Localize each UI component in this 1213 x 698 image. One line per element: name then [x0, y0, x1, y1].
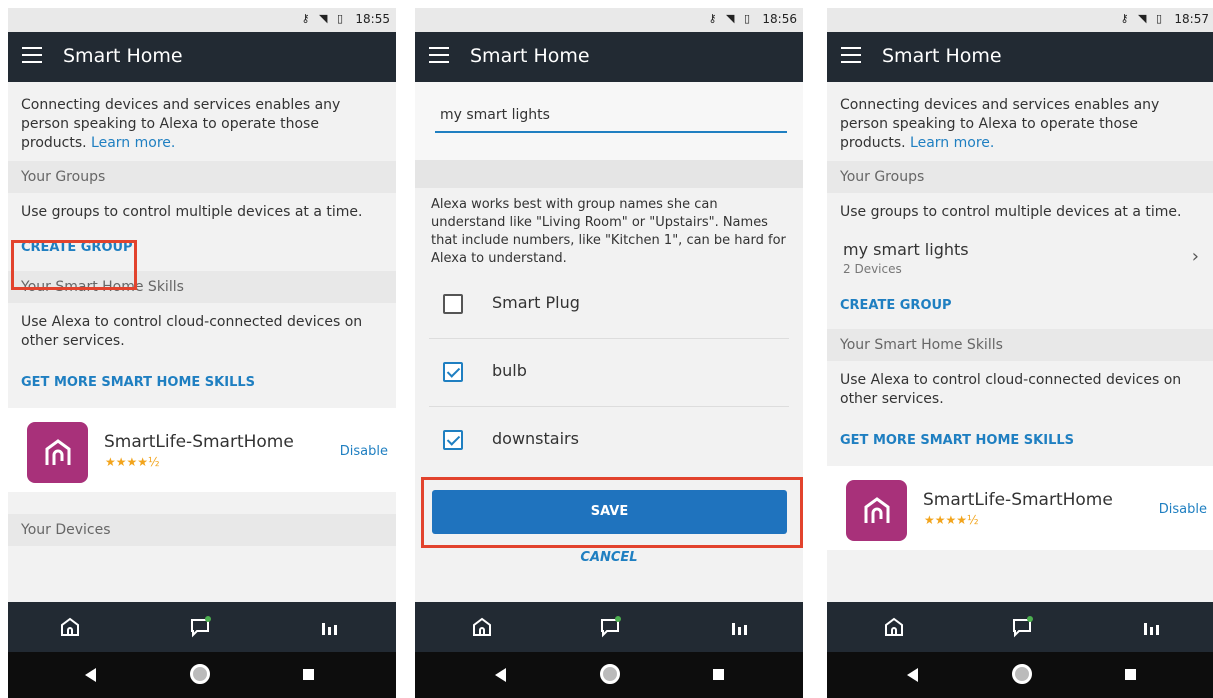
skills-header: Your Smart Home Skills [827, 329, 1213, 361]
devices-header: Your Devices [8, 514, 396, 546]
menu-icon[interactable] [841, 47, 861, 67]
groups-text: Use groups to control multiple devices a… [840, 204, 1182, 220]
group-name-value: my smart lights [440, 107, 550, 123]
skill-item[interactable]: SmartLife-SmartHome ★★★★½ Disable [8, 408, 396, 492]
circle-home-icon[interactable] [600, 664, 620, 684]
system-nav-bar [8, 652, 396, 698]
app-title: Smart Home [882, 45, 1002, 67]
content: Connecting devices and services enables … [8, 82, 396, 602]
status-bar: ⚷ ◥ ▯ 18:57 [827, 8, 1213, 32]
menu-icon[interactable] [429, 47, 449, 67]
create-group-button[interactable]: CREATE GROUP [827, 292, 1213, 329]
chevron-right-icon: › [1191, 246, 1199, 267]
device-label: downstairs [492, 429, 579, 448]
cancel-button[interactable]: CANCEL [415, 550, 803, 565]
device-label: Smart Plug [492, 293, 580, 312]
skill-name: SmartLife-SmartHome [923, 490, 1113, 510]
disable-skill-button[interactable]: Disable [1159, 502, 1207, 517]
back-icon[interactable] [85, 668, 96, 682]
status-bar: ⚷ ◥ ▯ 18:55 [8, 8, 396, 32]
skill-rating: ★★★★½ [105, 455, 160, 469]
app-title: Smart Home [470, 45, 590, 67]
phone-screen-3: ⚷ ◥ ▯ 18:57 Smart Home Connecting device… [827, 8, 1213, 698]
skill-name: SmartLife-SmartHome [104, 432, 294, 452]
home-icon[interactable] [470, 615, 494, 639]
chat-icon[interactable] [598, 615, 622, 639]
circle-home-icon[interactable] [190, 664, 210, 684]
home-icon[interactable] [58, 615, 82, 639]
status-bar: ⚷ ◥ ▯ 18:56 [415, 8, 803, 32]
get-more-skills-button[interactable]: GET MORE SMART HOME SKILLS [8, 361, 396, 408]
app-bar: Smart Home [827, 32, 1213, 82]
skill-rating: ★★★★½ [924, 513, 979, 527]
chat-icon[interactable] [188, 615, 212, 639]
device-row-downstairs[interactable]: downstairs [429, 407, 789, 474]
recents-icon[interactable] [713, 669, 724, 680]
bottom-nav [8, 602, 396, 652]
groups-text: Use groups to control multiple devices a… [21, 204, 363, 220]
back-icon[interactable] [907, 668, 918, 682]
highlight-create-group [11, 240, 137, 290]
learn-more-link[interactable]: Learn more. [910, 135, 994, 151]
system-nav-bar [827, 652, 1213, 698]
field-underline [435, 131, 787, 133]
learn-more-link[interactable]: Learn more. [91, 135, 175, 151]
app-title: Smart Home [63, 45, 183, 67]
get-more-skills-button[interactable]: GET MORE SMART HOME SKILLS [827, 419, 1213, 466]
bars-icon[interactable] [318, 615, 342, 639]
status-time: 18:56 [762, 12, 797, 26]
phone-screen-1: ⚷ ◥ ▯ 18:55 Smart Home Connecting device… [8, 8, 396, 698]
highlight-save [421, 477, 803, 548]
status-time: 18:57 [1174, 12, 1209, 26]
bottom-nav [827, 602, 1213, 652]
circle-home-icon[interactable] [1012, 664, 1032, 684]
group-name: my smart lights [843, 240, 969, 259]
device-checkbox[interactable] [443, 430, 463, 450]
bottom-nav [415, 602, 803, 652]
skills-text: Use Alexa to control cloud-connected dev… [840, 372, 1182, 407]
group-device-count: 2 Devices [843, 262, 902, 276]
smartlife-logo-icon [27, 422, 88, 483]
intro-text: Connecting devices and services enables … [827, 82, 1213, 161]
phone-screen-2: ⚷ ◥ ▯ 18:56 Smart Home my smart lights A… [415, 8, 803, 698]
smartlife-logo-icon [846, 480, 907, 541]
app-bar: Smart Home [415, 32, 803, 82]
group-row[interactable]: my smart lights 2 Devices › [827, 232, 1213, 292]
intro-body: Connecting devices and services enables … [21, 97, 341, 151]
status-time: 18:55 [355, 12, 390, 26]
status-icons: ⚷ ◥ ▯ [708, 12, 753, 25]
group-name-field[interactable]: my smart lights [415, 82, 803, 160]
content: Connecting devices and services enables … [827, 82, 1213, 602]
device-label: bulb [492, 361, 527, 380]
device-checkbox[interactable] [443, 294, 463, 314]
device-row-smart-plug[interactable]: Smart Plug [429, 271, 789, 339]
intro-text: Connecting devices and services enables … [8, 82, 396, 161]
system-nav-bar [415, 652, 803, 698]
home-icon[interactable] [882, 615, 906, 639]
chat-icon[interactable] [1010, 615, 1034, 639]
device-checkbox[interactable] [443, 362, 463, 382]
skills-text: Use Alexa to control cloud-connected dev… [21, 314, 363, 349]
group-name-hint: Alexa works best with group names she ca… [431, 197, 786, 266]
disable-skill-button[interactable]: Disable [340, 444, 388, 459]
bars-icon[interactable] [728, 615, 752, 639]
menu-icon[interactable] [22, 47, 42, 67]
status-icons: ⚷ ◥ ▯ [1120, 12, 1165, 25]
skill-item[interactable]: SmartLife-SmartHome ★★★★½ Disable [827, 466, 1213, 550]
device-row-bulb[interactable]: bulb [429, 339, 789, 407]
recents-icon[interactable] [1125, 669, 1136, 680]
divider-strip [415, 160, 803, 188]
intro-body: Connecting devices and services enables … [840, 97, 1160, 151]
app-bar: Smart Home [8, 32, 396, 82]
bars-icon[interactable] [1140, 615, 1164, 639]
groups-header: Your Groups [827, 161, 1213, 193]
back-icon[interactable] [495, 668, 506, 682]
status-icons: ⚷ ◥ ▯ [301, 12, 346, 25]
groups-header: Your Groups [8, 161, 396, 193]
recents-icon[interactable] [303, 669, 314, 680]
